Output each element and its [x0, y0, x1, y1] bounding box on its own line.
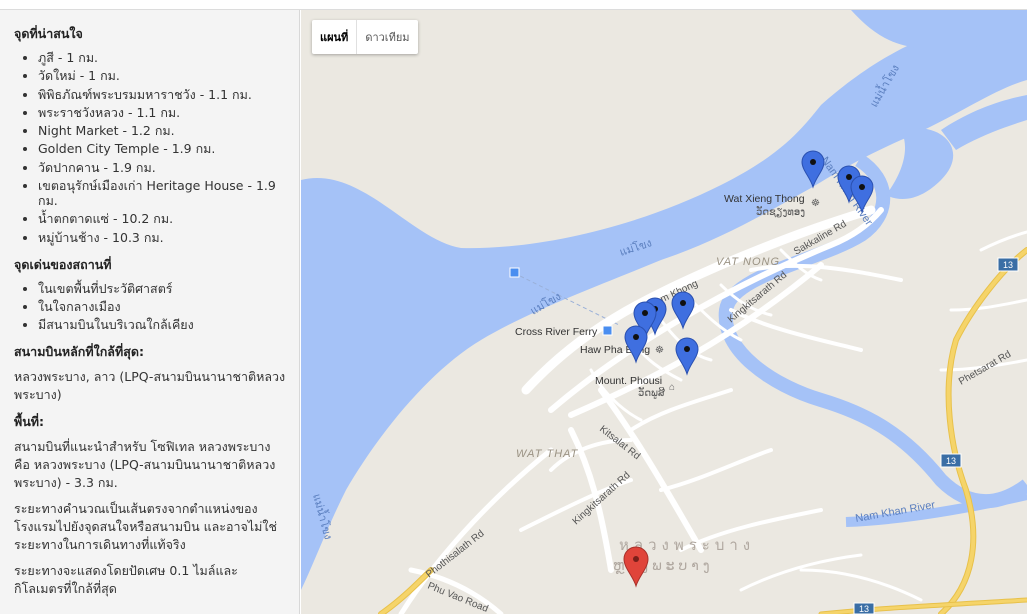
svg-text:13: 13: [1003, 260, 1013, 270]
attractions-heading: จุดที่น่าสนใจ: [14, 26, 83, 41]
list-item: วัดใหม่ - 1 กม.: [38, 68, 287, 83]
highway-shield: 13: [997, 257, 1019, 272]
airport-text: หลวงพระบาง, ลาว (LPQ-สนามบินนานาชาติหลวง…: [14, 369, 286, 403]
top-bar: [0, 0, 1027, 10]
list-item: น้ำตกตาดแซ่ - 10.2 กม.: [38, 211, 287, 226]
list-item: หมู่บ้านช้าง - 10.3 กม.: [38, 230, 287, 245]
list-item: ในใจกลางเมือง: [38, 299, 287, 314]
svg-text:13: 13: [946, 456, 956, 466]
highlights-heading: จุดเด่นของสถานที่: [14, 256, 112, 272]
map-canvas[interactable]: 13 13 13 แม่น้ำโขง แม่โขง แม่น้ำโขง แม่โ…: [301, 10, 1027, 614]
airport-heading: สนามบินหลักที่ใกล้ที่สุด:: [14, 344, 144, 360]
svg-text:13: 13: [859, 604, 869, 614]
temple-icon: ☸: [811, 198, 820, 209]
list-item: มีสนามบินในบริเวณใกล้เคียง: [38, 317, 287, 332]
poi-label-ferry[interactable]: Cross River Ferry: [515, 326, 598, 338]
list-item: พระราชวังหลวง - 1.1 กม.: [38, 105, 287, 120]
info-panel: จุดที่น่าสนใจ ภูสี - 1 กม. วัดใหม่ - 1 ก…: [0, 10, 300, 614]
poi-label-xieng-thong[interactable]: Wat Xieng Thong: [724, 193, 805, 205]
satellite-view-button[interactable]: ดาวเทียม: [357, 20, 417, 54]
temple-icon: ☸: [655, 345, 664, 356]
list-item: เขตอนุรักษ์เมืองเก่า Heritage House - 1.…: [38, 178, 287, 208]
map-type-control: แผนที่ ดาวเทียม: [312, 20, 418, 54]
poi-label-mount-phousi[interactable]: Mount. Phousi: [595, 375, 662, 387]
map-view-button[interactable]: แผนที่: [312, 20, 356, 54]
distance-note: ระยะทางคำนวณเป็นเส้นตรงจากตำแหน่งของโรงแ…: [14, 501, 277, 553]
list-item: Night Market - 1.2 กม.: [38, 123, 287, 138]
temple-icon: ⌂: [669, 382, 675, 393]
highway-shield: 13: [853, 602, 875, 614]
area-heading: พื้นที่:: [14, 414, 45, 430]
list-item: วัดปากคาน - 1.9 กม.: [38, 160, 287, 175]
list-item: ในเขตพื้นที่ประวัติศาสตร์: [38, 281, 287, 296]
list-item: ภูสี - 1 กม.: [38, 50, 287, 65]
highlights-list: ในเขตพื้นที่ประวัติศาสตร์ ในใจกลางเมือง …: [14, 281, 287, 333]
district-label: VAT NONG: [716, 256, 780, 268]
attractions-list: ภูสี - 1 กม. วัดใหม่ - 1 กม. พิพิธภัณฑ์พ…: [14, 50, 287, 245]
poi-label-xieng-thong-lao: ວັດຊຽງທອງ: [756, 206, 805, 218]
poi-label-mount-phousi-lao: ວັດພູສີ: [638, 387, 665, 400]
area-text: สนามบินที่แนะนำสำหรับ โซฟิเทล หลวงพระบาง…: [14, 439, 276, 491]
list-item: Golden City Temple - 1.9 กม.: [38, 141, 287, 156]
rounding-note: ระยะทางจะแสดงโดยปัดเศษ 0.1 ไมล์และกิโลเม…: [14, 563, 238, 597]
district-label: WAT THAT: [516, 448, 579, 460]
highway-shield: 13: [940, 453, 962, 468]
list-item: พิพิธภัณฑ์พระบรมมหาราชวัง - 1.1 กม.: [38, 87, 287, 102]
